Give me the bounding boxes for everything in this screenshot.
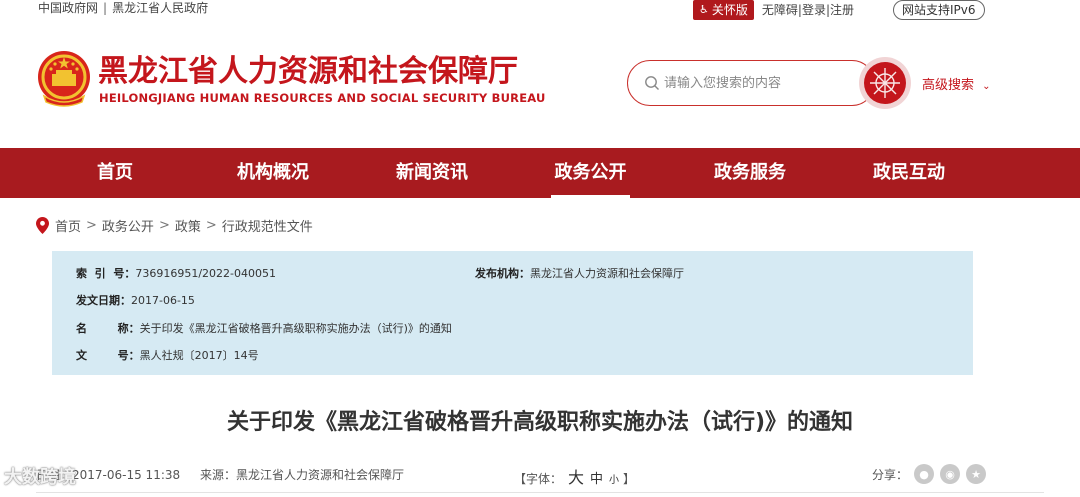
search-submit-button[interactable] <box>858 56 912 110</box>
link-hlj-gov[interactable]: 黑龙江省人民政府 <box>112 1 208 15</box>
info-index-value: 736916951/2022-040051 <box>135 267 276 280</box>
font-size-control: 【字体： 大 中 小 】 <box>514 464 635 488</box>
top-links-right: ♿ 关怀版 无障碍 | 登录 | 注册 <box>693 0 854 20</box>
nav-item-home[interactable]: 首页 <box>74 148 156 198</box>
info-number: 文 号：黑人社规〔2017〕14号 <box>76 347 259 363</box>
breadcrumb-policy[interactable]: 政策 <box>175 216 201 235</box>
watermark: 大数跨境 <box>4 467 76 488</box>
separator: | <box>103 1 108 15</box>
site-subtitle: HEILONGJIANG HUMAN RESOURCES AND SOCIAL … <box>99 91 546 105</box>
nav-item-interaction[interactable]: 政民互动 <box>858 148 960 198</box>
nav-item-services[interactable]: 政务服务 <box>699 148 801 198</box>
info-name-key: 名 称： <box>76 322 140 335</box>
share-bar: 分享： ● ◉ ★ <box>872 464 987 484</box>
nav-item-about[interactable]: 机构概况 <box>222 148 324 198</box>
document-info-box: 索 引 号：736916951/2022-040051 发布机构：黑龙江省人力资… <box>52 251 973 375</box>
font-size-medium[interactable]: 中 <box>590 468 603 487</box>
info-org-value: 黑龙江省人力资源和社会保障厅 <box>530 267 684 280</box>
info-org-key: 发布机构： <box>475 267 530 280</box>
document-meta: 日期：2017-06-15 11:38 来源：黑龙江省人力资源和社会保障厅 【字… <box>0 462 1080 488</box>
breadcrumb-separator: > <box>86 218 97 233</box>
info-index-key: 索 引 号： <box>76 267 136 280</box>
favorite-share-icon[interactable]: ★ <box>966 464 987 484</box>
document-title: 关于印发《黑龙江省破格晋升高级职称实施办法（试行)》的通知 <box>226 410 854 435</box>
breadcrumb: 首页 > 政务公开 > 政策 > 行政规范性文件 <box>36 216 313 235</box>
site-header: 黑龙江省人力资源和社会保障厅 HEILONGJIANG HUMAN RESOUR… <box>0 20 1080 148</box>
info-date-value: 2017-06-15 <box>131 294 195 307</box>
font-size-small[interactable]: 小 <box>609 471 619 486</box>
breadcrumb-gov-affairs[interactable]: 政务公开 <box>102 216 154 235</box>
info-name: 名 称：关于印发《黑龙江省破格晋升高级职称实施办法（试行)》的通知 <box>76 320 452 336</box>
ipv6-badge: 网站支持IPv6 <box>893 0 985 20</box>
info-index: 索 引 号：736916951/2022-040051 <box>76 265 276 281</box>
care-mode-label: 关怀版 <box>711 3 748 17</box>
breadcrumb-home[interactable]: 首页 <box>55 216 81 235</box>
breadcrumb-normative-docs[interactable]: 行政规范性文件 <box>222 216 313 235</box>
search-icon <box>645 76 659 90</box>
top-links-left: 中国政府网 | 黑龙江省人民政府 <box>38 0 208 16</box>
divider <box>36 492 1044 493</box>
document-source: 来源：黑龙江省人力资源和社会保障厅 <box>200 468 405 482</box>
location-pin-icon <box>36 217 49 234</box>
share-label: 分享： <box>872 467 909 482</box>
chevron-down-icon: ⌄ <box>982 81 991 92</box>
link-register[interactable]: 注册 <box>830 1 854 19</box>
info-org: 发布机构：黑龙江省人力资源和社会保障厅 <box>475 265 684 281</box>
wheelchair-icon: ♿ <box>699 3 709 16</box>
link-gov-cn[interactable]: 中国政府网 <box>38 1 98 15</box>
advanced-search-label: 高级搜索 <box>922 78 975 93</box>
font-size-large[interactable]: 大 <box>568 464 584 488</box>
info-name-value: 关于印发《黑龙江省破格晋升高级职称实施办法（试行)》的通知 <box>139 322 452 335</box>
wechat-share-icon[interactable]: ● <box>914 464 935 484</box>
breadcrumb-separator: > <box>205 218 217 233</box>
care-mode-button[interactable]: ♿ 关怀版 <box>693 0 754 20</box>
nav-item-news[interactable]: 新闻资讯 <box>381 148 483 198</box>
info-date-key: 发文日期： <box>76 294 131 307</box>
site-title: 黑龙江省人力资源和社会保障厅 <box>98 54 518 89</box>
breadcrumb-separator: > <box>158 218 170 233</box>
font-size-close: 】 <box>623 472 636 486</box>
link-accessibility[interactable]: 无障碍 <box>762 1 798 19</box>
font-size-label: 【字体： <box>514 472 563 486</box>
search-input[interactable] <box>664 73 854 93</box>
advanced-search-link[interactable]: 高级搜索 ⌄ <box>922 74 991 93</box>
top-bar: 中国政府网 | 黑龙江省人民政府 ♿ 关怀版 无障碍 | 登录 | 注册 网站支持I… <box>0 0 1080 20</box>
main-nav: 首页 机构概况 新闻资讯 政务公开 政务服务 政民互动 <box>0 148 1080 198</box>
weibo-share-icon[interactable]: ◉ <box>940 464 961 484</box>
info-number-value: 黑人社规〔2017〕14号 <box>139 349 259 362</box>
national-emblem-icon <box>38 51 90 107</box>
info-date: 发文日期：2017-06-15 <box>76 292 195 308</box>
nav-item-gov-affairs[interactable]: 政务公开 <box>551 148 630 198</box>
info-number-key: 文 号： <box>76 349 140 362</box>
link-login[interactable]: 登录 <box>802 1 826 19</box>
search-box <box>627 60 875 106</box>
